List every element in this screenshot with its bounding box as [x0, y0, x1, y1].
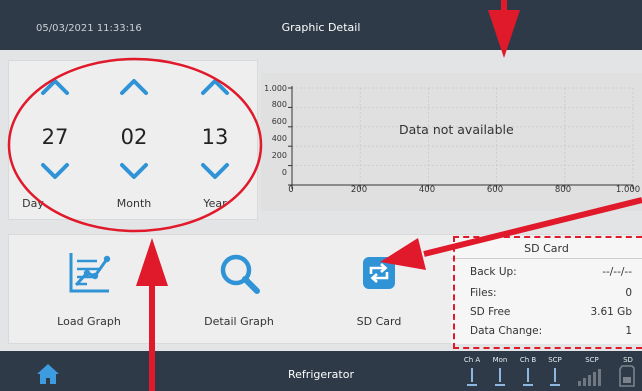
device-name: Refrigerator [288, 368, 354, 381]
day-label: Day [22, 197, 44, 210]
status-label: SCP [585, 356, 599, 364]
status-label: Ch B [519, 356, 537, 364]
day-down-button[interactable] [39, 159, 71, 183]
status-indicator [523, 384, 533, 386]
status-label: Ch A [463, 356, 481, 364]
top-bar: 05/03/2021 11:33:16 Graphic Detail [0, 0, 642, 50]
month-value: 02 [120, 125, 148, 149]
month-down-button[interactable] [118, 159, 150, 183]
sd-card-button[interactable]: SD Card [309, 235, 449, 345]
year-value: 13 [201, 125, 229, 149]
no-data-message: Data not available [399, 122, 514, 137]
graph-plot [288, 86, 634, 189]
month-up-button[interactable] [118, 75, 150, 99]
month-column: 02 Month [94, 61, 174, 221]
day-column: 27 Day [15, 61, 95, 221]
status-label: SCP [548, 356, 562, 364]
x-tick-label: 0 [288, 185, 294, 195]
x-tick-label: 400 [418, 185, 436, 195]
month-label: Month [116, 197, 152, 210]
load-graph-label: Load Graph [57, 315, 121, 328]
status-indicator [499, 368, 501, 382]
sd-card-icon [619, 365, 635, 387]
y-tick-label: 200 [271, 151, 287, 160]
page-title: Graphic Detail [281, 21, 361, 34]
status-label: Mon [492, 356, 508, 364]
year-label: Year [203, 197, 227, 210]
day-value: 27 [41, 125, 69, 149]
y-tick-label: 0 [281, 168, 287, 177]
x-tick-label: 1.000 [615, 185, 641, 195]
detail-graph-label: Detail Graph [204, 315, 274, 328]
status-indicator [554, 368, 556, 382]
status-indicator [495, 384, 505, 386]
x-tick-label: 200 [350, 185, 368, 195]
date-selector-panel: 27 Day 02 Month 13 Year [8, 60, 258, 220]
load-graph-icon [69, 253, 111, 293]
x-tick-label: 600 [486, 185, 504, 195]
bottom-bar: Refrigerator Ch A Mon Ch B SCP SCP SD [0, 351, 642, 391]
y-tick-label: 400 [271, 134, 287, 143]
screen: 05/03/2021 11:33:16 Graphic Detail 27 Da… [0, 0, 642, 391]
status-label: SD [623, 356, 633, 364]
status-indicator [527, 368, 529, 382]
signal-icon [578, 369, 601, 386]
detail-graph-button[interactable]: Detail Graph [169, 235, 309, 345]
x-tick-label: 800 [554, 185, 572, 195]
load-graph-button[interactable]: Load Graph [19, 235, 159, 345]
day-up-button[interactable] [39, 75, 71, 99]
year-column: 13 Year [175, 61, 255, 221]
status-indicator [471, 368, 473, 382]
status-indicator [550, 384, 560, 386]
year-down-button[interactable] [199, 159, 231, 183]
sync-icon [363, 257, 395, 289]
graph-panel[interactable]: 1.000 800 600 400 200 0 0 200 400 600 80… [261, 73, 642, 211]
sd-info-highlight [453, 236, 642, 349]
y-tick-label: 800 [271, 100, 287, 109]
y-tick-label: 600 [271, 117, 287, 126]
year-up-button[interactable] [199, 75, 231, 99]
y-tick-label: 1.000 [264, 84, 287, 93]
status-indicator [467, 384, 477, 386]
magnifier-icon [220, 254, 260, 294]
sd-card-label: SD Card [356, 315, 402, 328]
